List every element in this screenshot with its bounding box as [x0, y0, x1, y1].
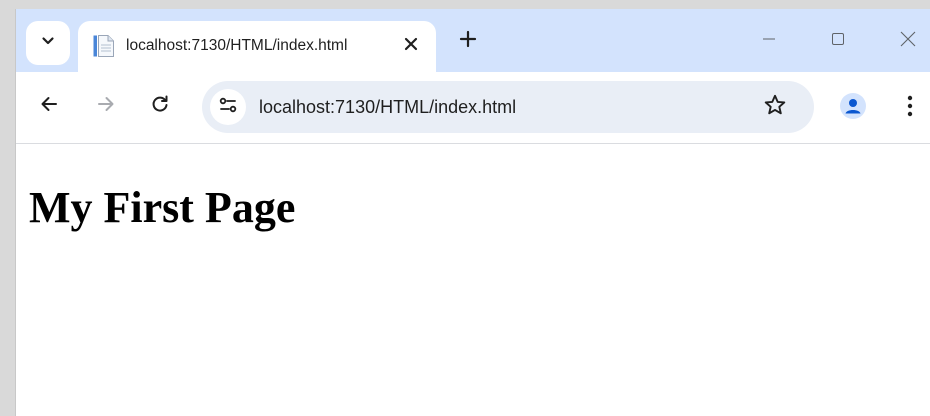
new-tab-button[interactable] — [452, 25, 484, 57]
close-icon — [404, 37, 418, 56]
forward-button[interactable] — [88, 88, 124, 124]
arrow-right-icon — [96, 94, 116, 119]
browser-window: localhost:7130/HTML/index.html localhost… — [15, 9, 930, 416]
minimize-icon — [762, 32, 776, 51]
arrow-left-icon — [39, 94, 59, 119]
address-bar[interactable]: localhost:7130/HTML/index.html — [202, 81, 814, 133]
close-icon — [900, 31, 916, 52]
tune-icon — [218, 95, 238, 120]
profile-button[interactable] — [835, 90, 871, 126]
chevron-down-icon — [41, 34, 55, 53]
tab-search-button[interactable] — [26, 21, 70, 65]
maximize-icon — [831, 32, 845, 51]
tab-close-button[interactable] — [396, 31, 426, 61]
reload-button[interactable] — [142, 88, 178, 124]
person-icon — [840, 92, 866, 124]
maximize-button[interactable] — [815, 21, 861, 61]
star-outline-icon — [763, 93, 787, 122]
navigation-toolbar: localhost:7130/HTML/index.html — [16, 72, 930, 144]
close-window-button[interactable] — [885, 21, 930, 61]
more-vert-icon — [907, 95, 913, 122]
reload-icon — [150, 94, 170, 119]
bookmark-button[interactable] — [760, 92, 790, 122]
site-info-button[interactable] — [210, 89, 246, 125]
tab-title: localhost:7130/HTML/index.html — [126, 37, 348, 54]
page-content: My First Page — [16, 144, 930, 416]
plus-icon — [459, 30, 477, 53]
tab-active[interactable]: localhost:7130/HTML/index.html — [78, 21, 436, 72]
back-button[interactable] — [31, 88, 67, 124]
tab-strip: localhost:7130/HTML/index.html — [16, 9, 930, 72]
page-heading: My First Page — [29, 183, 296, 232]
page-icon — [93, 35, 115, 62]
minimize-button[interactable] — [746, 21, 792, 61]
menu-button[interactable] — [896, 90, 924, 126]
url-text[interactable]: localhost:7130/HTML/index.html — [259, 95, 516, 119]
tab-title-fade — [366, 33, 396, 59]
